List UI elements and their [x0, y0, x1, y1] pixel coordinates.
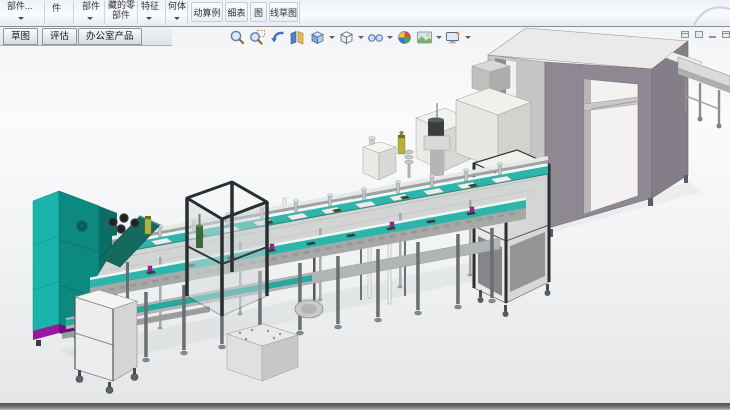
tab-sketch[interactable]: 草图	[3, 28, 38, 45]
view-settings-icon[interactable]	[445, 29, 462, 46]
command-ribbon: 部件... 件 部件 藏的零 部件 特征 何体 动算例 细表 图 线草图	[0, 0, 730, 26]
ribbon-watermark-curve	[690, 0, 730, 26]
explode-line-sketch-button[interactable]: 线草图	[269, 2, 298, 22]
reference-geometry-button[interactable]: 何体	[168, 1, 186, 11]
component-pattern-button[interactable]: 部件	[82, 1, 100, 11]
ribbon-separator	[299, 1, 300, 24]
bill-of-materials-button[interactable]: 细表	[225, 2, 248, 22]
3d-assembly-model[interactable]	[0, 27, 730, 403]
component-button[interactable]: 件	[52, 3, 61, 13]
assembly-features-button[interactable]: 特征	[141, 1, 159, 11]
hide-show-items-icon[interactable]	[367, 29, 384, 46]
ribbon-separator	[44, 1, 45, 24]
tab-office-products[interactable]: 办公室产品	[78, 28, 142, 45]
window-close-icon[interactable]	[722, 31, 730, 38]
show-hidden-components-button-line2[interactable]: 部件	[112, 10, 130, 20]
display-style-icon[interactable]	[338, 29, 355, 46]
heads-up-view-toolbar	[229, 29, 471, 46]
exploded-view-button[interactable]: 图	[250, 2, 267, 22]
ribbon-separator	[73, 1, 74, 24]
dropdown-caret-icon	[18, 17, 24, 20]
ribbon-separator	[104, 1, 105, 24]
section-view-icon[interactable]	[289, 29, 306, 46]
window-restore-icon[interactable]	[681, 31, 689, 38]
view-orientation-icon[interactable]	[309, 29, 326, 46]
insert-components-button[interactable]: 部件...	[7, 1, 33, 11]
dropdown-caret-icon	[174, 17, 180, 20]
window-maximize-icon[interactable]	[695, 31, 703, 38]
dropdown-caret-icon	[87, 17, 93, 20]
rotary-drum	[295, 300, 323, 318]
window-minimize-icon[interactable]	[709, 36, 716, 38]
ribbon-separator	[187, 1, 188, 24]
tab-evaluate[interactable]: 评估	[42, 28, 77, 45]
apply-scene-icon[interactable]	[416, 29, 433, 46]
ribbon-separator	[165, 1, 166, 24]
previous-view-icon[interactable]	[269, 29, 286, 46]
dropdown-caret-icon	[146, 17, 152, 20]
zoom-to-area-icon[interactable]	[249, 29, 266, 46]
edit-appearance-icon[interactable]	[396, 29, 413, 46]
status-bar	[0, 403, 730, 410]
dropdown-caret-icon[interactable]	[329, 36, 335, 39]
ribbon-separator	[137, 1, 138, 24]
new-motion-study-button[interactable]: 动算例	[191, 2, 223, 22]
dropdown-caret-icon[interactable]	[387, 36, 393, 39]
graphics-viewport	[0, 27, 730, 403]
dropdown-caret-icon[interactable]	[465, 36, 471, 39]
show-hidden-components-button[interactable]: 藏的零	[108, 0, 135, 10]
dropdown-caret-icon[interactable]	[358, 36, 364, 39]
dropdown-caret-icon[interactable]	[436, 36, 442, 39]
zoom-to-fit-icon[interactable]	[229, 29, 246, 46]
